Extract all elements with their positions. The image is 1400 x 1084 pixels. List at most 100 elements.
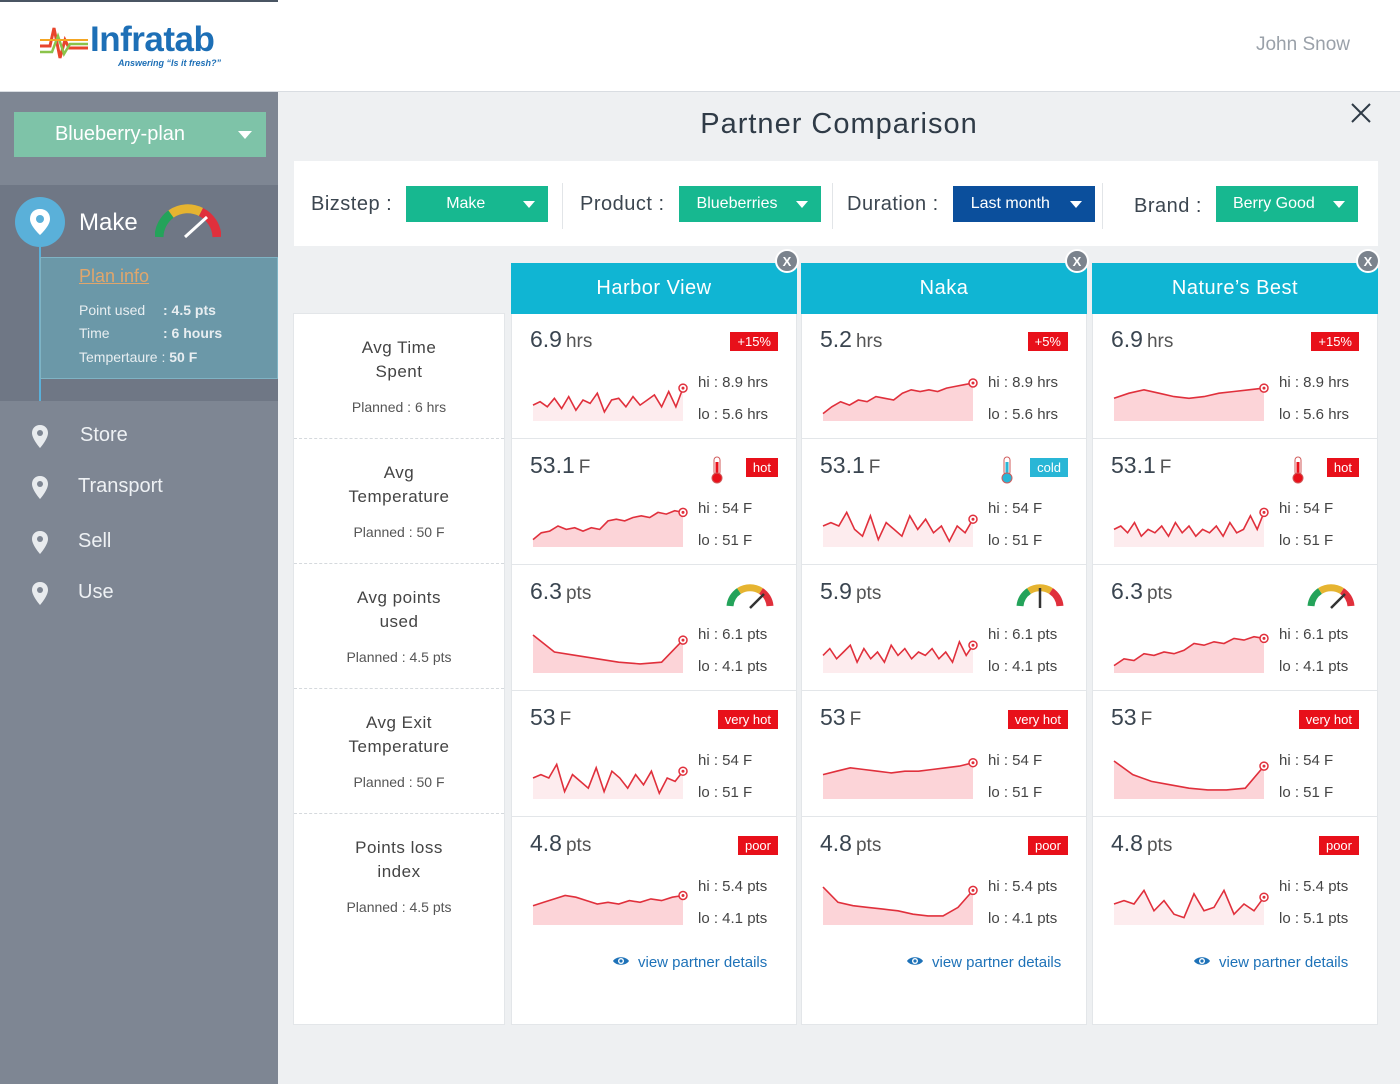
sparkline-endpoint-center bbox=[1262, 510, 1266, 514]
planned-value: Planned : 50 F bbox=[353, 524, 445, 540]
metric-unit: F bbox=[849, 709, 862, 730]
plan-select[interactable]: Blueberry-plan bbox=[14, 112, 266, 157]
view-partner-details-link[interactable]: view partner details bbox=[1193, 954, 1348, 971]
low-value: lo : 5.6 hrs bbox=[698, 406, 769, 423]
metric-value: 6.9 hrs bbox=[530, 326, 592, 353]
duration-dropdown[interactable]: Last month bbox=[952, 186, 1095, 222]
metric-number: 4.8 bbox=[820, 830, 852, 856]
view-partner-details-label: view partner details bbox=[638, 954, 768, 971]
metric-number: 6.9 bbox=[530, 326, 562, 352]
remove-partner-button[interactable]: X bbox=[775, 249, 799, 273]
sparkline-area bbox=[823, 762, 973, 799]
chevron-down-icon bbox=[238, 131, 252, 139]
location-pin-icon bbox=[32, 531, 48, 554]
sparkline-endpoint-center bbox=[971, 517, 975, 521]
remove-partner-button[interactable]: X bbox=[1065, 249, 1089, 273]
view-partner-details-link[interactable]: view partner details bbox=[906, 954, 1061, 971]
sparkline-endpoint-center bbox=[681, 386, 685, 390]
metric-value: 53 F bbox=[820, 704, 861, 731]
step-label: Store bbox=[80, 424, 128, 446]
sparkline-area bbox=[823, 641, 973, 673]
metric-value: 53 F bbox=[1111, 704, 1152, 731]
top-bar: Infratab Answering “Is it fresh?” John S… bbox=[0, 0, 1400, 92]
sparkline-chart bbox=[1113, 633, 1269, 673]
high-value: hi : 6.1 pts bbox=[1279, 626, 1349, 643]
high-value: hi : 54 F bbox=[988, 500, 1043, 517]
metric-label-avg-points-used: Avg points used Planned : 4.5 pts bbox=[294, 564, 504, 689]
infratab-logo[interactable]: Infratab Answering “Is it fresh?” bbox=[38, 18, 248, 74]
high-value: hi : 54 F bbox=[698, 752, 753, 769]
high-value: hi : 54 F bbox=[698, 500, 753, 517]
status-badge: poor bbox=[1318, 836, 1359, 855]
high-value: hi : 54 F bbox=[1279, 752, 1334, 769]
product-dropdown[interactable]: Blueberries bbox=[678, 186, 821, 222]
partner-header: Nature’s Best bbox=[1092, 263, 1378, 314]
logo-tagline: Answering “Is it fresh?” bbox=[118, 58, 222, 68]
metric-cell: 4.8 pts poor hi : 5.4 pts lo : 4.1 pts bbox=[802, 817, 1086, 943]
location-pin-icon bbox=[15, 197, 65, 247]
filter-label: Duration : bbox=[847, 192, 939, 215]
dropdown-value: Blueberries bbox=[696, 195, 778, 212]
status-badge: poor bbox=[737, 836, 778, 855]
status-badge: hot bbox=[1326, 458, 1359, 477]
status-badge: very hot bbox=[1007, 710, 1068, 729]
chevron-down-icon bbox=[1069, 201, 1082, 208]
metric-value: 53.1 F bbox=[530, 452, 590, 479]
sparkline-endpoint-center bbox=[1262, 386, 1266, 390]
close-icon[interactable] bbox=[1350, 102, 1372, 124]
view-partner-details-link[interactable]: view partner details bbox=[612, 954, 767, 971]
metric-unit: pts bbox=[565, 583, 592, 604]
metric-unit: F bbox=[868, 457, 881, 478]
low-value: lo : 51 F bbox=[698, 532, 753, 549]
low-value: lo : 51 F bbox=[1279, 784, 1334, 801]
low-value: lo : 4.1 pts bbox=[988, 658, 1058, 675]
plan-info-link[interactable]: Plan info bbox=[79, 266, 149, 287]
sidebar-step-make[interactable]: Make Plan info Point used: 4.5 pts Time:… bbox=[0, 185, 278, 401]
sparkline-chart bbox=[1113, 383, 1269, 421]
low-value: lo : 4.1 pts bbox=[698, 910, 768, 927]
brand-dropdown[interactable]: Berry Good bbox=[1215, 186, 1358, 222]
metric-value: 5.9 pts bbox=[820, 578, 881, 605]
gauge-icon bbox=[154, 203, 222, 246]
partner-header: Harbor View bbox=[511, 263, 797, 314]
remove-partner-button[interactable]: X bbox=[1356, 249, 1380, 273]
high-value: hi : 5.4 pts bbox=[1279, 878, 1349, 895]
thermometer-cold-icon bbox=[1000, 456, 1014, 489]
low-value: lo : 51 F bbox=[988, 532, 1043, 549]
gauge-icon bbox=[726, 582, 774, 617]
filter-divider bbox=[562, 183, 563, 229]
filter-duration: Duration : Last month bbox=[847, 186, 1095, 222]
low-value: lo : 4.1 pts bbox=[1279, 658, 1349, 675]
metric-cell: 53.1 Fcold hi : 54 Flo : 51 F bbox=[802, 439, 1086, 565]
sparkline-area bbox=[823, 887, 973, 925]
metric-number: 6.3 bbox=[1111, 578, 1143, 604]
metric-value: 53.1 F bbox=[1111, 452, 1171, 479]
sidebar-step-transport[interactable]: Transport bbox=[0, 469, 278, 505]
partner-column: Harbor View X 6.9 hrs +15% hi : 8.9 hrs lo : 5… bbox=[511, 249, 799, 1025]
sparkline-area bbox=[533, 635, 683, 673]
metric-unit: hrs bbox=[1146, 331, 1174, 352]
chevron-down-icon bbox=[523, 201, 536, 208]
sidebar-step-store[interactable]: Store bbox=[0, 418, 278, 454]
logo-mark-icon bbox=[40, 27, 88, 59]
status-badge: very hot bbox=[717, 710, 778, 729]
sidebar-step-sell[interactable]: Sell bbox=[0, 524, 278, 560]
sparkline-chart bbox=[1113, 507, 1269, 547]
step-label: Sell bbox=[78, 530, 112, 552]
high-value: hi : 5.4 pts bbox=[988, 878, 1058, 895]
sidebar-step-use[interactable]: Use bbox=[0, 575, 278, 611]
location-pin-icon bbox=[32, 425, 48, 448]
user-name[interactable]: John Snow bbox=[1256, 34, 1350, 56]
metric-unit: pts bbox=[855, 583, 882, 604]
metric-label-points-loss-index: Points loss index Planned : 4.5 pts bbox=[294, 814, 504, 939]
plan-detail-row: Tempertaure : 50 F bbox=[79, 349, 198, 365]
sparkline-area bbox=[533, 510, 683, 547]
location-pin-icon bbox=[32, 476, 48, 499]
metric-value: 5.2 hrs bbox=[820, 326, 882, 353]
status-badge: hot bbox=[745, 458, 778, 477]
bizstep-dropdown[interactable]: Make bbox=[406, 186, 549, 222]
status-badge: cold bbox=[1030, 458, 1068, 477]
location-pin-icon bbox=[32, 582, 48, 605]
low-value: lo : 5.1 pts bbox=[1279, 910, 1349, 927]
metric-cell: 53 Fvery hot hi : 54 Flo : 51 F bbox=[512, 691, 796, 817]
